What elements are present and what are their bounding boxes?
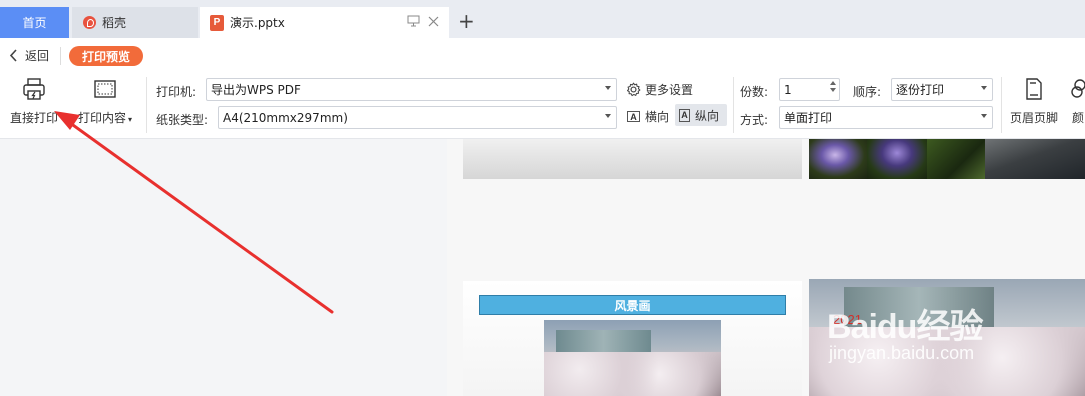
method-select[interactable]: 单面打印 bbox=[779, 106, 993, 129]
header-footer-button[interactable]: 页眉页脚 bbox=[1010, 77, 1058, 126]
baidu-watermark: Baidu经验 bbox=[827, 308, 983, 346]
tab-document-label: 演示.pptx bbox=[230, 16, 285, 30]
slide-image bbox=[927, 139, 985, 179]
printer-select[interactable]: 导出为WPS PDF bbox=[206, 78, 617, 101]
color-button[interactable]: 颜 bbox=[1068, 77, 1085, 126]
copies-label: 份数: bbox=[740, 85, 769, 99]
tab-home[interactable]: 首页 bbox=[0, 7, 69, 38]
order-label: 顺序: bbox=[853, 85, 882, 99]
header-footer-icon bbox=[1026, 78, 1042, 100]
toolbar-divider bbox=[1001, 77, 1002, 133]
order-value: 逐份打印 bbox=[896, 83, 945, 97]
print-area-icon bbox=[94, 80, 116, 98]
nav-row: 返回 打印预览 bbox=[0, 38, 1085, 73]
printer-icon bbox=[23, 78, 45, 100]
paper-type-label: 纸张类型: bbox=[156, 113, 209, 127]
print-content-label: 打印内容 ▾ bbox=[78, 111, 133, 125]
portrait-label: 纵向 bbox=[695, 108, 720, 123]
printer-label: 打印机: bbox=[156, 85, 197, 99]
more-settings-button[interactable]: 更多设置 bbox=[626, 81, 693, 98]
tab-home-label: 首页 bbox=[22, 16, 47, 30]
screen-icon[interactable] bbox=[407, 15, 420, 27]
toolbar-divider bbox=[733, 77, 734, 133]
landscape-button[interactable]: A 横向 bbox=[623, 105, 673, 127]
ppt-logo-icon: P bbox=[210, 14, 224, 31]
direct-print-button[interactable]: 直接打印 bbox=[10, 77, 58, 126]
portrait-button[interactable]: A 纵向 bbox=[675, 104, 727, 126]
print-preview-badge: 打印预览 bbox=[69, 46, 143, 66]
landscape-label: 横向 bbox=[645, 109, 670, 124]
blossom-shape bbox=[544, 352, 721, 396]
slide-thumbnail bbox=[463, 139, 802, 179]
daoke-logo-icon bbox=[83, 16, 96, 29]
copies-value: 1 bbox=[784, 82, 792, 97]
slide-title: 风景画 bbox=[479, 295, 786, 315]
header-footer-label: 页眉页脚 bbox=[1010, 111, 1059, 125]
paper-type-value: A4(210mmx297mm) bbox=[223, 110, 348, 125]
slide-image bbox=[867, 139, 927, 179]
new-tab-plus-icon[interactable]: + bbox=[458, 11, 475, 31]
dropdown-arrow-icon bbox=[605, 86, 611, 90]
chevron-left-icon bbox=[9, 49, 17, 62]
baidu-watermark-url: jingyan.baidu.com bbox=[829, 343, 975, 363]
tab-document[interactable]: P 演示.pptx bbox=[200, 7, 449, 38]
tab-daoke-label: 稻壳 bbox=[102, 16, 127, 30]
printer-value: 导出为WPS PDF bbox=[211, 83, 301, 97]
print-content-button[interactable]: 打印内容 ▾ bbox=[78, 77, 132, 126]
color-icon bbox=[1071, 79, 1085, 98]
print-toolbar: 直接打印 打印内容 ▾ 打印机: 导出为WPS PDF 纸张类型: A4(210m… bbox=[0, 73, 1085, 139]
close-tab-icon[interactable] bbox=[428, 16, 439, 27]
print-preview-area[interactable]: 风景画 2021 Baidu经验 jingyan.baidu.com bbox=[447, 139, 1085, 396]
dropdown-arrow-icon bbox=[981, 86, 987, 90]
dropdown-arrow-icon bbox=[605, 114, 611, 118]
toolbar-divider bbox=[146, 77, 147, 133]
back-button[interactable]: 返回 bbox=[9, 47, 49, 64]
slide-image bbox=[544, 320, 721, 396]
paper-type-select[interactable]: A4(210mmx297mm) bbox=[218, 106, 617, 129]
tab-daoke[interactable]: 稻壳 bbox=[72, 7, 198, 38]
slide-thumbnail: 2021 Baidu经验 jingyan.baidu.com bbox=[809, 279, 1085, 396]
back-label: 返回 bbox=[25, 49, 50, 63]
slide-image bbox=[809, 139, 867, 179]
color-label: 颜 bbox=[1071, 111, 1084, 125]
portrait-icon: A bbox=[679, 108, 690, 122]
copies-stepper[interactable]: 1 bbox=[779, 78, 840, 101]
slide-thumbnail: 风景画 bbox=[463, 281, 802, 396]
slide-image bbox=[985, 139, 1085, 179]
left-pane bbox=[0, 139, 447, 396]
slide-thumbnail bbox=[809, 139, 1085, 179]
dropdown-arrow-icon bbox=[981, 114, 987, 118]
direct-print-label: 直接打印 bbox=[10, 111, 59, 125]
divider bbox=[60, 47, 61, 65]
landscape-icon: A bbox=[627, 110, 640, 122]
stepper-arrows-icon[interactable] bbox=[830, 81, 836, 92]
gear-icon bbox=[626, 82, 641, 97]
method-value: 单面打印 bbox=[784, 111, 833, 125]
tab-bar: 首页 稻壳 P 演示.pptx + bbox=[0, 0, 1085, 38]
more-settings-label: 更多设置 bbox=[645, 83, 694, 97]
order-select[interactable]: 逐份打印 bbox=[891, 78, 993, 101]
method-label: 方式: bbox=[740, 113, 769, 127]
